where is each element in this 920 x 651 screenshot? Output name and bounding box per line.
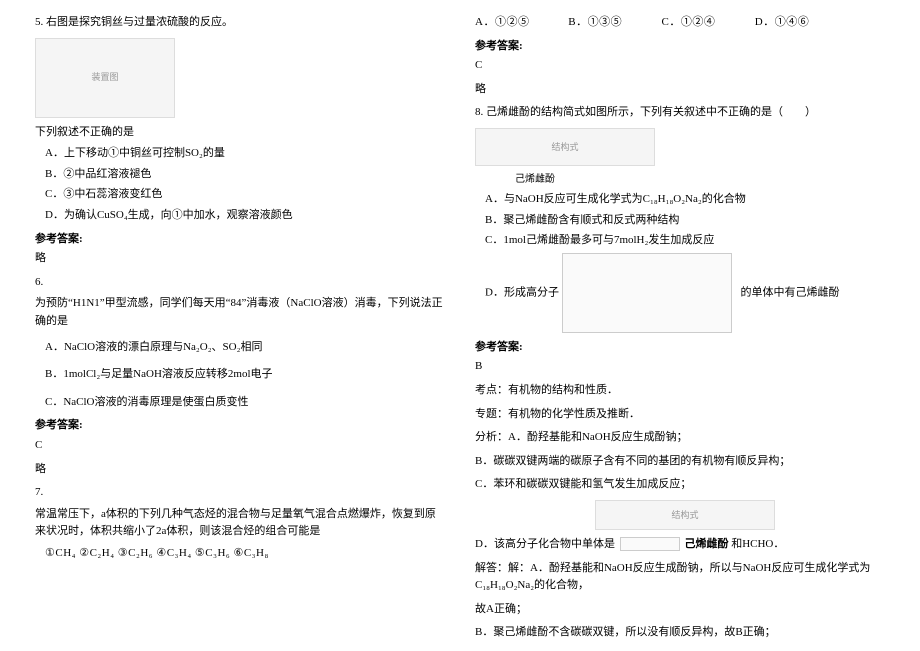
q7-answer: 略 <box>475 81 885 99</box>
q5-option-d: D．为确认CuSO₄生成，向①中加水，观察溶液颜色 <box>45 207 445 225</box>
q8-fx-b: B．碳碳双键两端的碳原子含有不同的基团的有机物有顺反异构； <box>475 453 885 471</box>
q5-option-c: C．③中石蕊溶液变红色 <box>45 186 445 204</box>
q7-answer-letter: C <box>475 57 885 75</box>
q8-option-a: A．与NaOH反应可生成化学式为C₁₈H₁₈O₂Na₂的化合物 <box>485 191 885 209</box>
q8-fx-d: D．该高分子化合物中单体是 己烯雌酚 和HCHO． <box>475 536 885 554</box>
q8-answer-header: 参考答案: <box>475 339 885 357</box>
q8-fx-c-figure: 结构式 <box>595 500 775 530</box>
q6-num: 6. <box>35 274 445 292</box>
q8-fx-a: 分析：A．酚羟基能和NaOH反应生成酚钠； <box>475 429 885 447</box>
q8-fx-c: C．苯环和碳碳双键能和氢气发生加成反应； <box>475 476 885 494</box>
q6-answer-header: 参考答案: <box>35 417 445 435</box>
q7-choices: ①CH₄ ②C₂H₄ ③C₂H₆ ④C₃H₄ ⑤C₃H₆ ⑥C₃H₈ <box>45 545 445 563</box>
q8-kd: 考点：有机物的结构和性质． <box>475 382 885 400</box>
q7-mc-row: A．①②⑤ B．①③⑤ C．①②④ D．①④⑥ <box>475 14 885 32</box>
q6-option-a: A．NaClO溶液的漂白原理与Na₂O₂、SO₂相同 <box>45 339 445 357</box>
q5-answer: 略 <box>35 250 445 268</box>
q5-answer-header: 参考答案: <box>35 231 445 249</box>
q8-fx-d-mid: 己烯雌酚 <box>684 538 728 550</box>
q8-option-d-prefix: D．形成高分子 <box>485 286 559 298</box>
q6-answer: 略 <box>35 461 445 479</box>
q8-option-d-suffix: 的单体中有己烯雌酚 <box>740 286 839 298</box>
q8-figure: 结构式 <box>475 128 655 166</box>
q8-zt: 专题：有机物的化学性质及推断． <box>475 406 885 424</box>
q8-figure-label: 己烯雌酚 <box>515 172 885 188</box>
q8-stem: 8. 己烯雌酚的结构简式如图所示，下列有关叙述中不正确的是（ ） <box>475 104 885 122</box>
q8-fx-d-prefix: D．该高分子化合物中单体是 <box>475 538 615 550</box>
right-column: A．①②⑤ B．①③⑤ C．①②④ D．①④⑥ 参考答案: C 略 8. 己烯雌… <box>460 10 900 641</box>
q6-option-c: C．NaClO溶液的消毒原理是使蛋白质变性 <box>45 394 445 412</box>
q8-option-b: B．聚己烯雌酚含有顺式和反式两种结构 <box>485 212 885 230</box>
q5-followup: 下列叙述不正确的是 <box>35 124 445 142</box>
q8-option-c: C．1mol己烯雌酚最多可与7molH₂发生加成反应 <box>485 232 885 250</box>
q8-fx-d-suffix: 和HCHO． <box>731 538 784 550</box>
q6-option-b: B．1molCl₂与足量NaOH溶液反应转移2mol电子 <box>45 366 445 384</box>
q5-option-a: A．上下移动①中铜丝可控制SO₂的量 <box>45 145 445 163</box>
q7-choice-c: C．①②④ <box>662 14 752 32</box>
q6-stem: 为预防“H1N1”甲型流感，同学们每天用“84”消毒液（NaClO溶液）消毒，下… <box>35 295 445 330</box>
q7-num: 7. <box>35 484 445 502</box>
left-column: 5. 右图是探究铜丝与过量浓硫酸的反应。 装置图 下列叙述不正确的是 A．上下移… <box>20 10 460 641</box>
q5-figure: 装置图 <box>35 38 175 118</box>
q7-choice-a: A．①②⑤ <box>475 14 565 32</box>
q8-option-d: D．形成高分子 的单体中有己烯雌酚 <box>485 253 885 333</box>
q7-choice-d: D．①④⑥ <box>755 14 845 32</box>
q8-jd-a2: 故A正确； <box>475 601 885 619</box>
q7-choice-b: B．①③⑤ <box>568 14 658 32</box>
q5-option-b: B．②中品红溶液褪色 <box>45 166 445 184</box>
q8-jd-b: B．聚己烯雌酚不含碳碳双键，所以没有顺反异构，故B正确； <box>475 624 885 641</box>
q8-figure-wrap: 结构式 己烯雌酚 <box>475 128 885 188</box>
q8-fx-c-figure-wrap: 结构式 <box>595 500 885 530</box>
q5-stem: 5. 右图是探究铜丝与过量浓硫酸的反应。 <box>35 14 445 32</box>
q6-answer-letter: C <box>35 437 445 455</box>
q7-answer-header: 参考答案: <box>475 38 885 56</box>
q8-jd-a: 解答：解：A．酚羟基能和NaOH反应生成酚钠，所以与NaOH反应可生成化学式为C… <box>475 560 885 595</box>
q8-fx-d-figure <box>620 537 680 551</box>
q7-stem: 常温常压下，a体积的下列几种气态烃的混合物与足量氧气混合点燃爆炸，恢复到原来状况… <box>35 506 445 541</box>
q8-polymer-figure <box>562 253 732 333</box>
q8-answer-letter: B <box>475 358 885 376</box>
